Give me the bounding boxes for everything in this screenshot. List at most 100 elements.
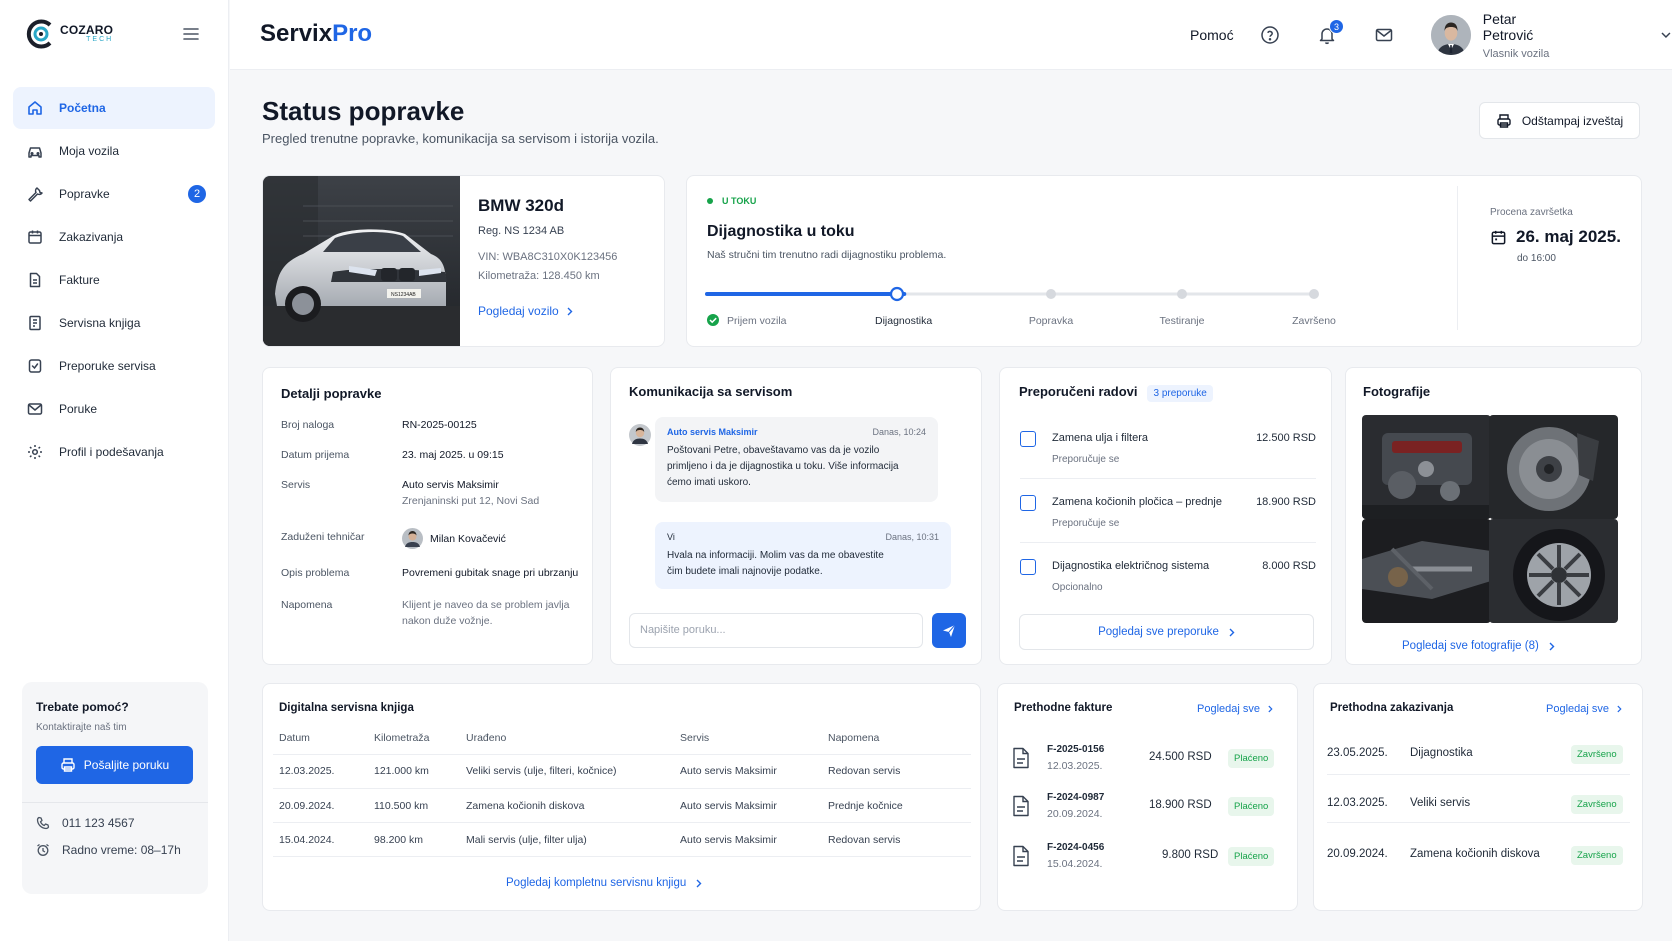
card-title: Prethodne fakture xyxy=(1014,702,1113,714)
print-report-label: Odštampaj izveštaj xyxy=(1521,113,1624,128)
appointment-date: 23.05.2025. xyxy=(1327,747,1388,759)
calendar-icon xyxy=(1491,230,1506,244)
sidebar-item-fakture[interactable]: Fakture xyxy=(13,259,215,301)
divider xyxy=(273,788,971,789)
chevron-right-icon xyxy=(567,307,573,315)
help-button[interactable] xyxy=(1260,0,1280,70)
send-button[interactable] xyxy=(932,613,966,648)
help-link[interactable]: Pomoć xyxy=(1190,0,1234,70)
sidebar-item-profil[interactable]: Profil i podešavanja xyxy=(13,431,215,473)
sidebar-item-preporuke-servisa[interactable]: Preporuke servisa xyxy=(13,345,215,387)
status-badge: Plaćeno xyxy=(1228,797,1275,816)
view-vehicle-label: Pogledaj vozilo xyxy=(478,304,559,318)
detail-value-secondary: Zrenjaninski put 12, Novi Sad xyxy=(402,495,540,507)
logo[interactable]: COZARO TECH xyxy=(26,18,113,50)
menu-icon[interactable] xyxy=(183,27,199,41)
page-subtitle: Pregled trenutne popravke, komunikacija … xyxy=(262,131,659,146)
sidebar-item-poruke[interactable]: Poruke xyxy=(13,388,215,430)
photo-undercarriage[interactable] xyxy=(1362,519,1491,623)
detail-value: 23. maj 2025. u 09:15 xyxy=(402,449,504,461)
message-sender[interactable]: Auto servis Maksimir xyxy=(667,427,758,437)
eta-date-text: 26. maj 2025. xyxy=(1516,227,1621,246)
step-current-marker xyxy=(889,286,905,302)
cell-work: Veliki servis (ulje, filteri, kočnice) xyxy=(466,765,617,777)
print-report-button[interactable]: Odštampaj izveštaj xyxy=(1479,102,1640,139)
photo-engine[interactable] xyxy=(1362,415,1491,519)
detail-label: Broj naloga xyxy=(281,419,335,431)
view-full-service-book-label: Pogledaj kompletnu servisnu knjigu xyxy=(506,877,687,889)
card-title: Detalji popravke xyxy=(281,386,382,401)
sidebar-item-servisna-knjiga[interactable]: Servisna knjiga xyxy=(13,302,215,344)
invoice-date: 15.04.2024. xyxy=(1047,858,1103,870)
repair-details-card: Detalji popravke Broj naloga RN-2025-001… xyxy=(262,367,593,665)
send-message-button[interactable]: Pošaljite poruku xyxy=(36,746,193,784)
chevron-right-icon xyxy=(1268,705,1273,713)
message-time: Danas, 10:31 xyxy=(885,532,939,542)
user-menu[interactable]: Petar Petrović Vlasnik vozila xyxy=(1431,0,1672,70)
sidebar-item-moja-vozila[interactable]: Moja vozila xyxy=(13,130,215,172)
photo-brake-disc[interactable] xyxy=(1489,415,1618,519)
sidebar-item-pocetna[interactable]: Početna xyxy=(13,87,215,129)
recommendation-checkbox[interactable] xyxy=(1020,495,1036,511)
appointment-date: 12.03.2025. xyxy=(1327,797,1388,809)
document-icon xyxy=(1013,795,1029,817)
user-avatar xyxy=(1431,15,1471,55)
cell-service: Auto servis Maksimir xyxy=(680,834,777,846)
cell-date: 12.03.2025. xyxy=(279,765,335,777)
repairs-count-badge: 2 xyxy=(188,185,206,203)
gear-icon xyxy=(28,445,42,459)
appointment-name: Dijagnostika xyxy=(1410,747,1473,759)
message-input[interactable]: Napišite poruku... xyxy=(629,613,923,648)
sidebar-item-popravke[interactable]: Popravke 2 xyxy=(13,173,215,215)
view-all-appointments-link[interactable]: Pogledaj sve xyxy=(1546,703,1622,715)
divider xyxy=(1020,478,1316,479)
invoices-card: Prethodne fakture Pogledaj sve F-2025-01… xyxy=(997,683,1298,911)
view-all-invoices-link[interactable]: Pogledaj sve xyxy=(1197,703,1273,715)
sidebar-item-label: Moja vozila xyxy=(59,144,120,158)
status-badge: Plaćeno xyxy=(1228,847,1275,866)
check-circle-icon xyxy=(707,314,719,326)
recommendation-checkbox[interactable] xyxy=(1020,431,1036,447)
cell-km: 121.000 km xyxy=(374,765,429,777)
help-title: Trebate pomoć? xyxy=(36,700,129,714)
invoice-item[interactable]: F-2025-0156 12.03.2025. 24.500 RSD Plaće… xyxy=(1012,744,1287,790)
cell-note: Prednje kočnice xyxy=(828,800,903,812)
technician-name: Milan Kovačević xyxy=(430,532,506,545)
notifications-button[interactable]: 3 xyxy=(1317,0,1344,70)
sidebar-item-label: Fakture xyxy=(59,273,100,287)
message-line: čim budete imali najnovije podatke. xyxy=(667,566,823,577)
vehicle-plate-text: NS1234AB xyxy=(391,292,416,298)
sidebar-item-label: Popravke xyxy=(59,187,110,201)
divider xyxy=(1020,542,1316,543)
recommendation-price: 12.500 RSD xyxy=(1256,432,1316,444)
view-full-service-book-link[interactable]: Pogledaj kompletnu servisnu knjigu xyxy=(506,877,702,889)
recommendation-price: 18.900 RSD xyxy=(1256,496,1316,508)
divider xyxy=(22,802,208,803)
vehicle-photo[interactable]: NS1234AB xyxy=(263,176,460,347)
view-vehicle-link[interactable]: Pogledaj vozilo xyxy=(478,304,617,318)
photo-wheel[interactable] xyxy=(1489,519,1618,623)
messages-button[interactable] xyxy=(1374,0,1394,70)
vehicle-name: BMW 320d xyxy=(478,196,564,215)
view-all-appointments-label: Pogledaj sve xyxy=(1546,703,1609,715)
brand-logo[interactable]: ServixPro xyxy=(260,20,372,48)
recommendation-item: Dijagnostika električnog sistema Opciona… xyxy=(1020,555,1316,605)
invoice-number: F-2025-0156 xyxy=(1047,744,1105,755)
invoice-date: 20.09.2024. xyxy=(1047,808,1103,820)
service-book-card: Digitalna servisna knjiga Datum Kilometr… xyxy=(262,683,981,911)
invoice-item[interactable]: F-2024-0456 15.04.2024. 9.800 RSD Plaćen… xyxy=(1012,842,1287,888)
invoice-amount: 9.800 RSD xyxy=(1162,849,1219,861)
card-title: Fotografije xyxy=(1363,384,1431,399)
message-line: Hvala na informaciji. Molim vas da me ob… xyxy=(667,550,884,561)
column-header: Datum xyxy=(279,732,310,744)
message-time: Danas, 10:24 xyxy=(872,427,926,437)
invoice-item[interactable]: F-2024-0987 20.09.2024. 18.900 RSD Plaće… xyxy=(1012,792,1287,838)
view-all-photos-link[interactable]: Pogledaj sve fotografije (8) xyxy=(1402,640,1555,652)
sidebar-item-zakazivanja[interactable]: Zakazivanja xyxy=(13,216,215,258)
sidebar-item-label: Početna xyxy=(59,101,106,115)
view-all-recommendations-button[interactable]: Pogledaj sve preporuke xyxy=(1019,614,1314,650)
view-all-invoices-label: Pogledaj sve xyxy=(1197,703,1260,715)
recommendation-checkbox[interactable] xyxy=(1020,559,1036,575)
step-marker xyxy=(1046,289,1056,299)
help-phone[interactable]: 011 123 4567 xyxy=(36,816,194,830)
